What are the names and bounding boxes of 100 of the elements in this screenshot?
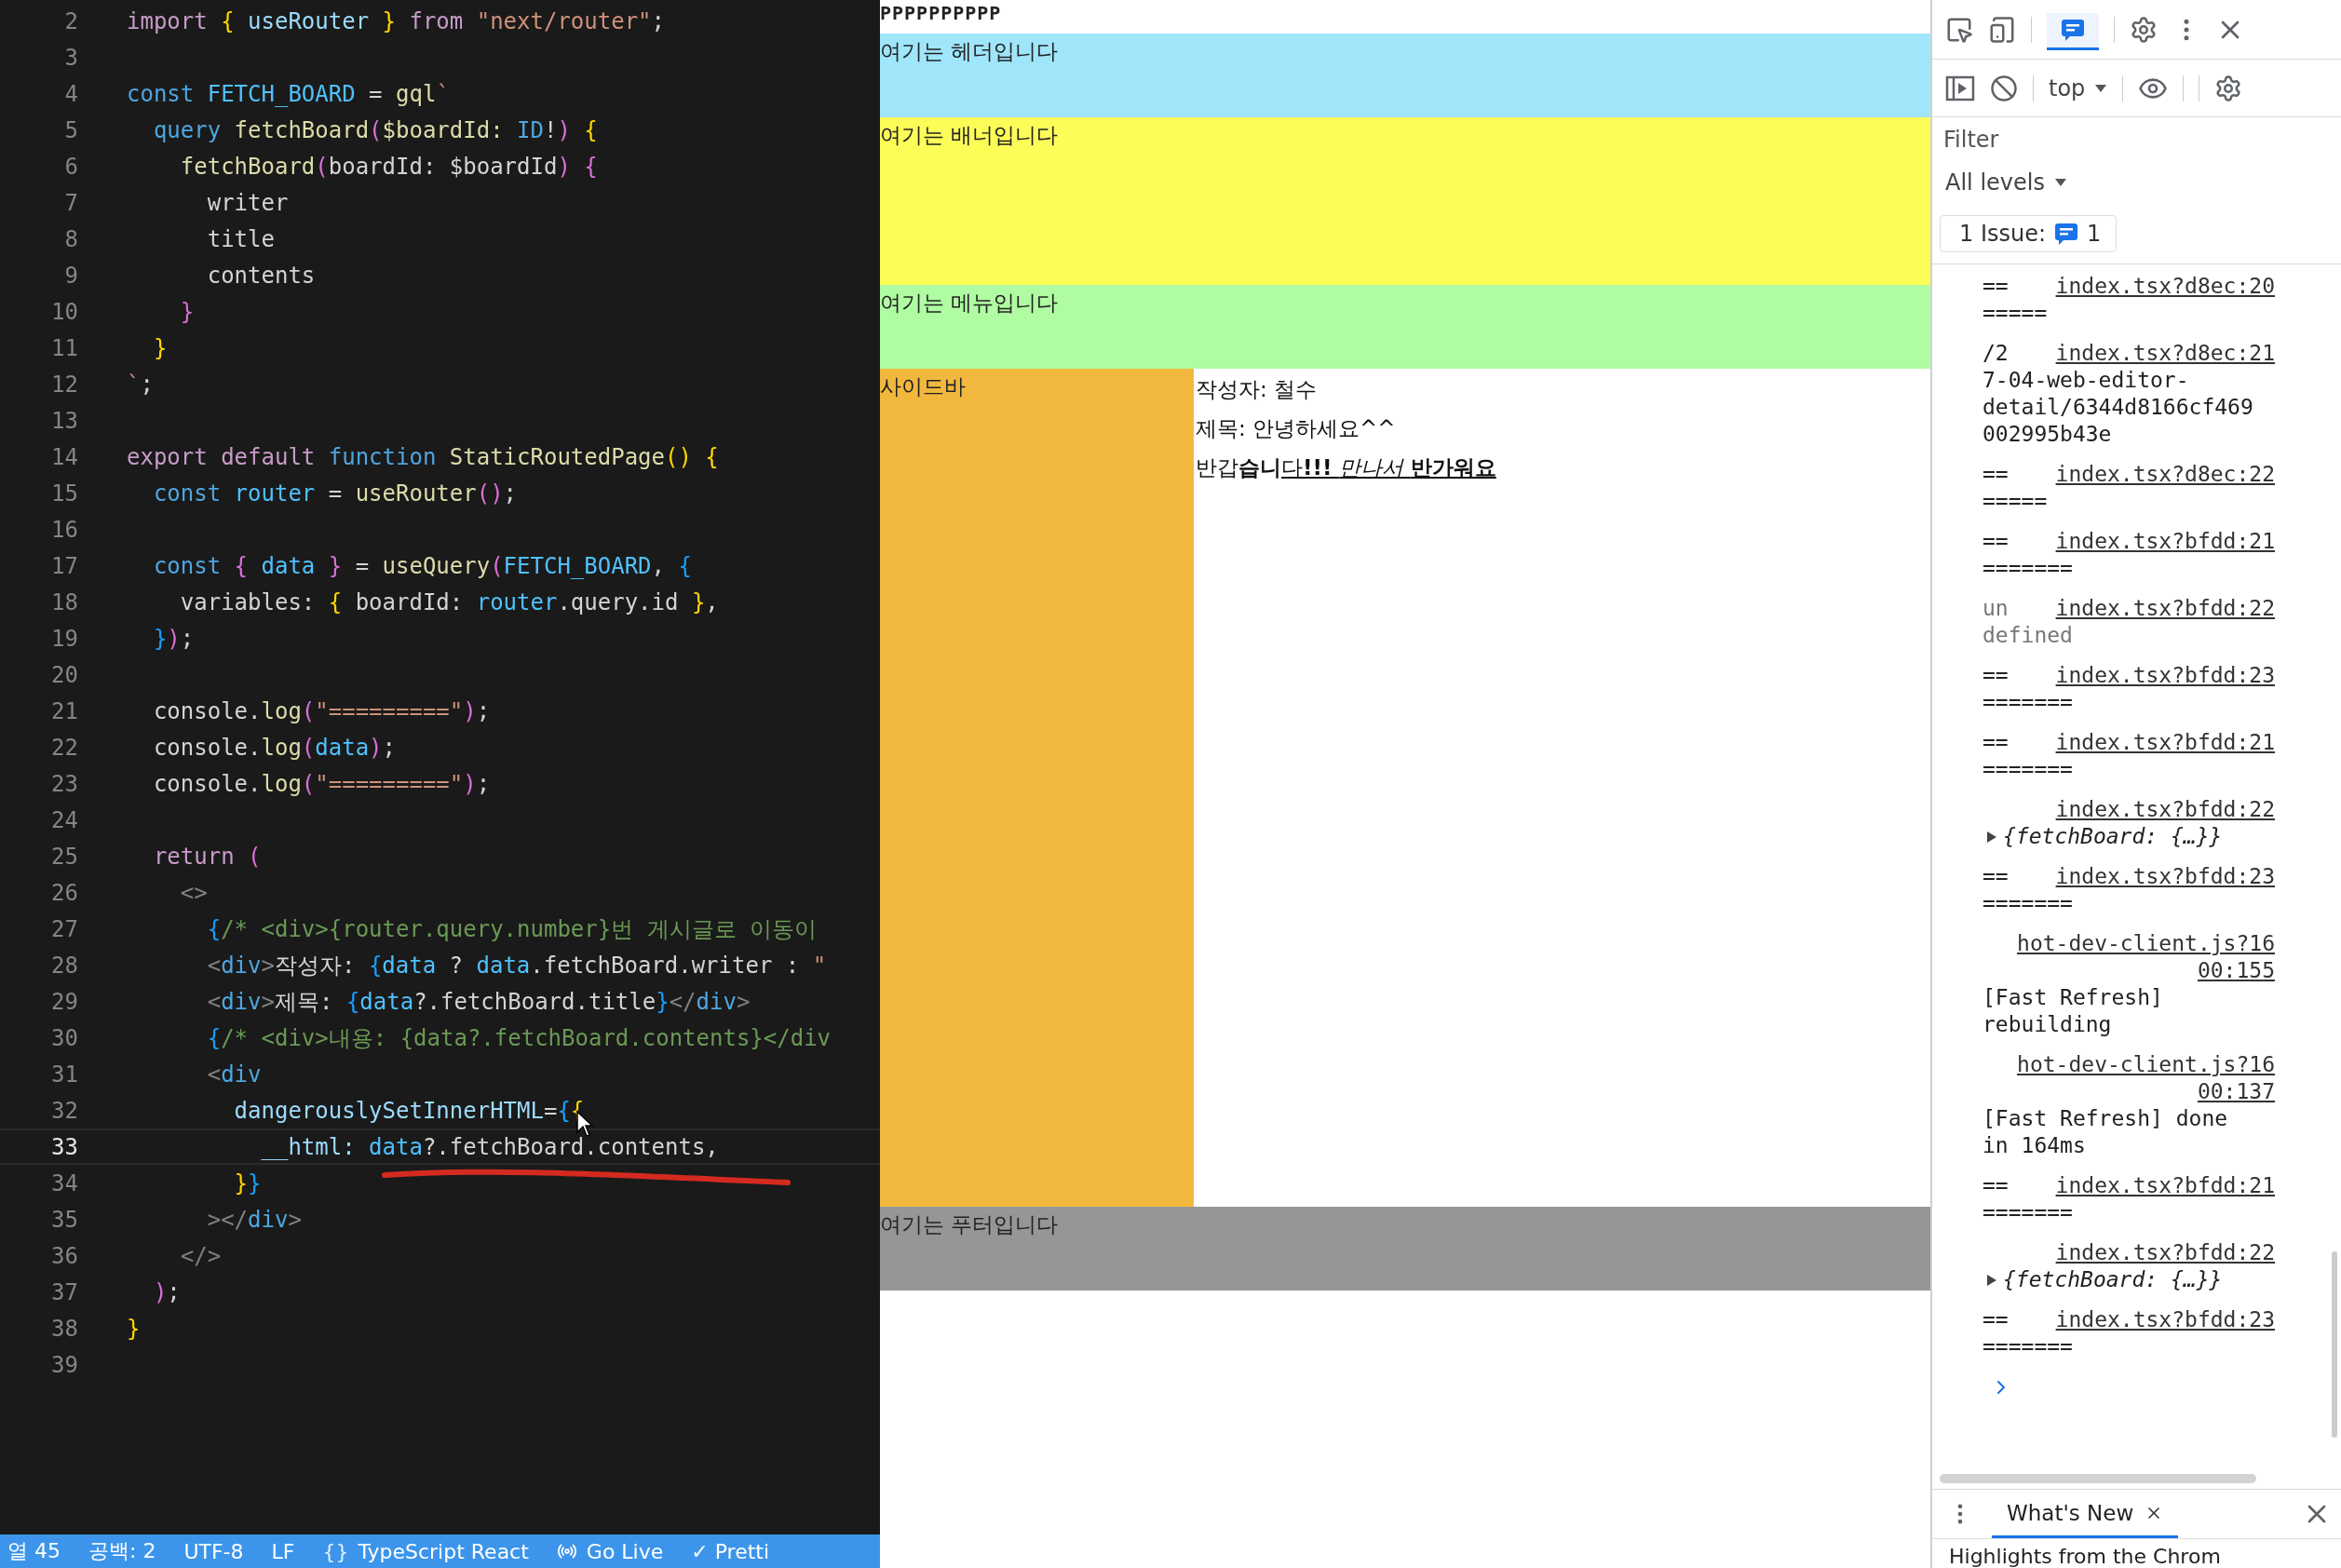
code-line: writer xyxy=(206,189,289,216)
line-number: 11 xyxy=(50,334,78,361)
code-line: } xyxy=(152,334,168,361)
line-number: 19 xyxy=(50,625,78,652)
log-levels-dropdown[interactable]: All levels xyxy=(1945,169,2067,196)
source-link[interactable]: index.tsx?bfdd:23 xyxy=(2055,1306,2275,1333)
device-toolbar-icon[interactable] xyxy=(1988,15,2016,44)
line-number: 2 xyxy=(63,7,78,34)
line-number: 22 xyxy=(50,734,78,761)
log-message: == xyxy=(1982,863,2009,890)
banner-text: 여기는 배너입니다 xyxy=(880,122,1059,149)
line-number: 21 xyxy=(50,697,78,724)
object-preview[interactable]: {fetchBoard: {…}} xyxy=(2003,823,2223,850)
line-number: 31 xyxy=(50,1061,78,1088)
code-line: const router = useRouter(); xyxy=(152,480,518,507)
log-message: ======= xyxy=(1982,689,2074,716)
code-line: `; xyxy=(127,371,154,398)
source-link[interactable]: index.tsx?bfdd:23 xyxy=(2055,662,2275,689)
code-line: <div xyxy=(206,1061,262,1088)
line-number: 29 xyxy=(50,988,78,1015)
line-number: 7 xyxy=(63,189,78,216)
code-line: ); xyxy=(152,1278,181,1305)
code-line: const { data } = useQuery(FETCH_BOARD, { xyxy=(152,552,692,579)
source-link[interactable]: index.tsx?bfdd:21 xyxy=(2055,528,2275,555)
source-link[interactable]: index.tsx?bfdd:21 xyxy=(2055,1172,2275,1199)
caret-icon xyxy=(2053,178,2067,187)
log-message: == xyxy=(1982,528,2009,555)
code-line: {/* <div>{router.query.number}번 게시글로 이동이 xyxy=(206,914,818,944)
line-number: 8 xyxy=(63,225,78,252)
code-line: query fetchBoard($boardId: ID!) { xyxy=(152,116,598,143)
expand-triangle-icon[interactable] xyxy=(1986,830,1997,844)
code-line: variables: { boardId: router.query.id }, xyxy=(179,588,719,615)
drawer-tab[interactable]: What's New xyxy=(1992,1490,2179,1538)
line-number: 9 xyxy=(63,262,78,289)
log-message: ===== xyxy=(1982,488,2049,515)
line-number: 38 xyxy=(50,1315,78,1342)
contents-text: 반갑습니 다!!! 만나서 반가워요 xyxy=(1195,454,1497,481)
line-number: 30 xyxy=(50,1024,78,1051)
line-number: 36 xyxy=(50,1242,78,1269)
line-number: 33 xyxy=(50,1133,78,1160)
line-number: 32 xyxy=(50,1097,78,1124)
line-number: 10 xyxy=(50,298,78,325)
line-number: 3 xyxy=(63,44,78,71)
code-line: contents xyxy=(206,262,316,289)
code-line: __html: data?.fetchBoard.contents, xyxy=(260,1133,719,1160)
code-line: export default function StaticRoutedPage() { xyxy=(127,443,719,470)
source-link[interactable]: index.tsx?d8ec:21 xyxy=(2055,340,2275,367)
line-number: 20 xyxy=(50,661,78,688)
code-line: </> xyxy=(179,1242,222,1269)
issues-button[interactable]: 1 Issue: 1 xyxy=(1940,214,2118,252)
line-number: 27 xyxy=(50,915,78,942)
context-selector[interactable]: top xyxy=(2049,74,2108,101)
clear-console-icon[interactable] xyxy=(1990,74,2018,102)
source-link[interactable]: index.tsx?bfdd:21 xyxy=(2055,729,2275,756)
object-preview[interactable]: {fetchBoard: {…}} xyxy=(2003,1266,2223,1293)
settings-icon[interactable] xyxy=(2214,74,2243,102)
log-message: defined xyxy=(1982,622,2074,649)
log-message: == xyxy=(1982,729,2009,756)
log-message: == xyxy=(1982,1172,2009,1199)
caret-icon xyxy=(2094,83,2108,93)
code-line: console.log("========="); xyxy=(152,697,491,724)
line-number: 24 xyxy=(50,806,78,833)
log-message: == xyxy=(1982,273,2009,300)
settings-icon[interactable] xyxy=(2130,15,2158,44)
log-message: ===== xyxy=(1982,300,2049,327)
line-number: 28 xyxy=(50,952,78,979)
scrollbar-thumb[interactable] xyxy=(2332,1251,2337,1438)
source-link[interactable]: index.tsx?bfdd:22 xyxy=(2055,595,2275,622)
source-link[interactable]: hot-dev-client.js?16 00:137 xyxy=(2017,1051,2275,1105)
log-message: ======= xyxy=(1982,1333,2074,1360)
drawer-text: Highlights from the Chrom xyxy=(1948,1544,2222,1568)
sidebar-toggle-icon[interactable] xyxy=(1945,74,1975,102)
code-line: const FETCH_BOARD = gql` xyxy=(127,80,450,107)
console-tab[interactable] xyxy=(2047,12,2099,50)
line-number: 6 xyxy=(63,153,78,180)
source-link[interactable]: hot-dev-client.js?16 00:155 xyxy=(2017,930,2275,984)
source-link[interactable]: index.tsx?d8ec:20 xyxy=(2055,273,2275,300)
console-messages-icon xyxy=(2053,221,2080,246)
footer-text: 여기는 푸터입니다 xyxy=(880,1211,1059,1238)
line-number: 15 xyxy=(50,480,78,507)
source-link[interactable]: index.tsx?bfdd:22 xyxy=(2055,1239,2275,1266)
menu-text: 여기는 메뉴입니다 xyxy=(880,290,1059,317)
line-number: 13 xyxy=(50,407,78,434)
source-link[interactable]: index.tsx?bfdd:22 xyxy=(2055,796,2275,823)
code-line: } xyxy=(127,1315,141,1342)
code-line: <div>제목: {data?.fetchBoard.title}</div> xyxy=(206,987,751,1017)
line-number: 16 xyxy=(50,516,78,543)
code-line: fetchBoard(boardId: $boardId) { xyxy=(179,153,598,180)
line-number: 23 xyxy=(50,770,78,797)
source-link[interactable]: index.tsx?d8ec:22 xyxy=(2055,461,2275,488)
log-message: [Fast Refresh] done in 164ms xyxy=(1982,1105,2229,1159)
line-number: 37 xyxy=(50,1278,78,1305)
scrollbar-thumb[interactable] xyxy=(1940,1474,2256,1483)
source-link[interactable]: index.tsx?bfdd:23 xyxy=(2055,863,2275,890)
code-line: } xyxy=(179,298,195,325)
code-line: import { useRouter } from "next/router"; xyxy=(127,7,665,34)
line-number: 12 xyxy=(50,371,78,398)
title-text: 제목: 안녕하세요^^ xyxy=(1195,415,1397,442)
log-message: ======= xyxy=(1982,756,2074,783)
expand-triangle-icon[interactable] xyxy=(1986,1273,1997,1287)
